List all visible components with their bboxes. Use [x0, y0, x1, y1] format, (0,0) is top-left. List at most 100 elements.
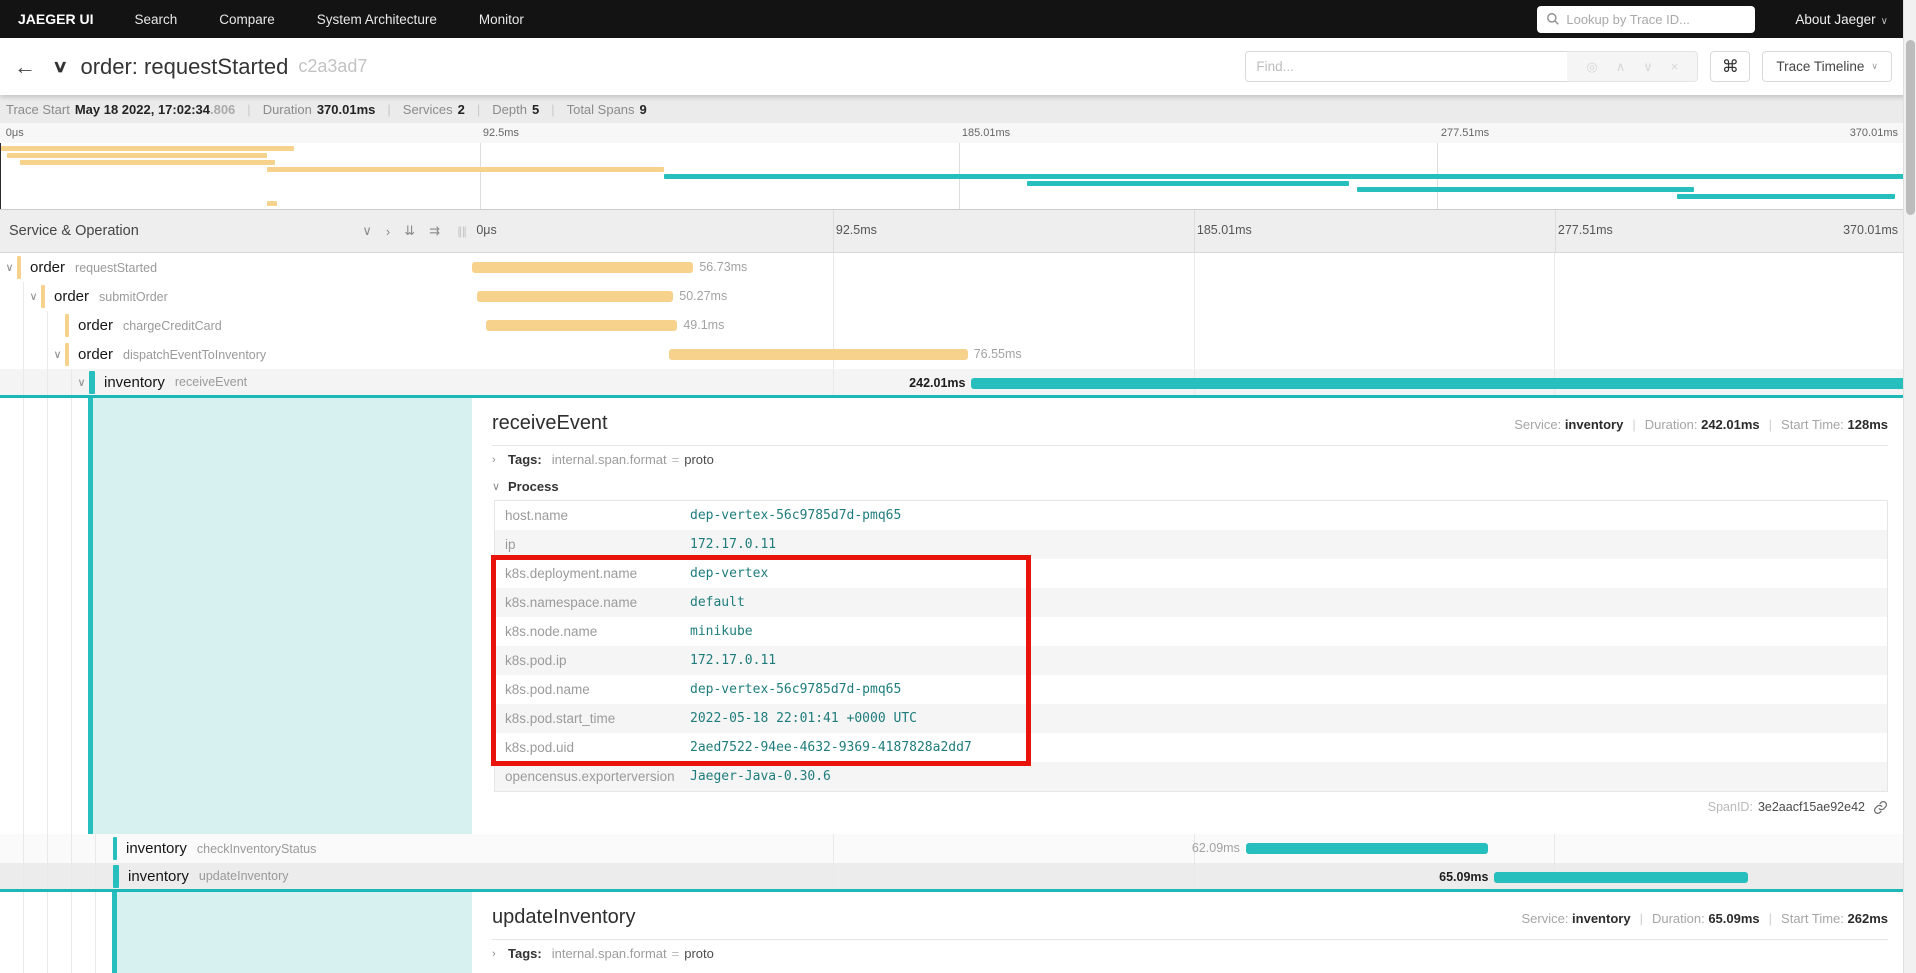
- chevron-down-icon[interactable]: ∨: [50, 348, 65, 361]
- collapse-one-icon[interactable]: ∨: [362, 223, 372, 239]
- span-name-cell[interactable]: inventorycheckInventoryStatus: [0, 834, 472, 863]
- vertical-scrollbar[interactable]: [1903, 0, 1916, 973]
- minimap-canvas[interactable]: [0, 143, 1916, 209]
- tags-accordion[interactable]: ›Tags:internal.span.format=proto: [492, 446, 1888, 473]
- span-duration-bar[interactable]: [1246, 843, 1488, 854]
- summary-total-spans: Total Spans9: [567, 102, 647, 117]
- span-row-chargeCreditCard[interactable]: orderchargeCreditCard49.1ms: [0, 311, 1916, 340]
- clear-find-icon[interactable]: ×: [1671, 59, 1679, 74]
- process-label: Process: [508, 479, 559, 494]
- span-name-cell[interactable]: ∨orderdispatchEventToInventory: [0, 340, 472, 369]
- process-kv-row: k8s.pod.uid2aed7522-94ee-4632-9369-41878…: [495, 733, 1887, 762]
- duration-label: Duration:: [1652, 911, 1708, 926]
- header-gridline: [1194, 210, 1195, 252]
- span-name-cell[interactable]: ∨ordersubmitOrder: [0, 282, 472, 311]
- span-row-submitOrder[interactable]: ∨ordersubmitOrder50.27ms: [0, 282, 1916, 311]
- span-timeline-cell[interactable]: 242.01ms: [472, 369, 1916, 395]
- process-value: dep-vertex-56c9785d7d-pmq65: [690, 682, 901, 697]
- process-value: minikube: [690, 624, 753, 639]
- span-duration-label: 65.09ms: [1439, 870, 1488, 884]
- span-detail-card: receiveEventService: inventory|Duration:…: [478, 402, 1902, 826]
- nav-item-monitor[interactable]: Monitor: [479, 12, 524, 27]
- process-accordion[interactable]: ∨Process: [492, 473, 1888, 500]
- about-jaeger-menu[interactable]: About Jaeger∨: [1795, 12, 1888, 27]
- process-key: k8s.deployment.name: [495, 566, 690, 581]
- tag-key: internal.span.format: [552, 452, 667, 467]
- summary-duration: Duration370.01ms: [263, 102, 376, 117]
- span-name-cell[interactable]: ∨inventoryreceiveEvent: [0, 369, 472, 395]
- summary-services: Services2: [403, 102, 465, 117]
- summary-label: Duration: [263, 102, 312, 117]
- trace-lookup[interactable]: [1537, 6, 1755, 33]
- span-timeline-cell[interactable]: 49.1ms: [472, 311, 1916, 340]
- chevron-down-icon[interactable]: ∨: [26, 290, 41, 303]
- span-row-updateInventory[interactable]: inventoryupdateInventory 65.09ms: [0, 863, 1916, 892]
- column-resizer-handle[interactable]: ∥∥: [457, 225, 466, 238]
- span-timeline-cell[interactable]: 62.09ms: [472, 834, 1916, 863]
- chevron-down-icon[interactable]: ∨: [2, 261, 17, 274]
- expand-one-icon[interactable]: ›: [386, 224, 390, 239]
- span-row-dispatchEventToInventory[interactable]: ∨orderdispatchEventToInventory76.55ms: [0, 340, 1916, 369]
- prev-match-icon[interactable]: ∧: [1616, 59, 1626, 75]
- tags-accordion[interactable]: ›Tags:internal.span.format=proto: [492, 940, 1888, 967]
- nav-item-search[interactable]: Search: [134, 12, 177, 27]
- minimap-span-bar: [664, 174, 1916, 179]
- service-label: Service:: [1514, 417, 1565, 432]
- duration-value: 242.01ms: [1701, 417, 1760, 432]
- trace-collapse-toggle[interactable]: ∨: [52, 57, 68, 77]
- span-duration-bar[interactable]: [669, 349, 968, 360]
- span-timeline-cell[interactable]: 76.55ms: [472, 340, 1916, 369]
- back-button[interactable]: ←: [14, 54, 36, 80]
- keyboard-shortcuts-button[interactable]: ⌘: [1710, 51, 1750, 82]
- span-color-stripe: [17, 256, 21, 279]
- focus-match-icon[interactable]: ◎: [1586, 59, 1597, 75]
- span-duration-bar[interactable]: [472, 262, 693, 273]
- trace-view-selector[interactable]: Trace Timeline ∨: [1762, 51, 1892, 82]
- span-duration-bar[interactable]: [1494, 872, 1748, 883]
- minimap-gridline: [480, 143, 481, 209]
- span-timeline-cell[interactable]: 65.09ms: [472, 863, 1916, 889]
- trace-lookup-input[interactable]: [1566, 12, 1746, 27]
- span-detail-highlight: [93, 398, 472, 834]
- minimap-span-bar: [1677, 194, 1895, 199]
- deep-link-icon[interactable]: [1873, 800, 1888, 815]
- span-name-cell[interactable]: ∨orderrequestStarted: [0, 253, 472, 282]
- span-row-checkInventoryStatus[interactable]: inventorycheckInventoryStatus62.09ms: [0, 834, 1916, 863]
- process-value: 172.17.0.11: [690, 537, 776, 552]
- span-duration-bar[interactable]: [477, 291, 673, 302]
- process-key: host.name: [495, 508, 690, 523]
- span-duration-bar[interactable]: [486, 320, 678, 331]
- span-duration-bar[interactable]: [971, 378, 1916, 389]
- span-detail-header[interactable]: updateInventoryService: inventory|Durati…: [492, 906, 1888, 929]
- process-key: k8s.pod.uid: [495, 740, 690, 755]
- trace-minimap[interactable]: 0μs92.5ms185.01ms277.51ms370.01ms: [0, 123, 1916, 210]
- indent-guides: [0, 311, 48, 340]
- chevron-down-icon: ∨: [492, 480, 508, 493]
- span-operation-name: requestStarted: [75, 261, 157, 275]
- app-logo[interactable]: JAEGER UI: [0, 11, 113, 27]
- span-detail-header[interactable]: receiveEventService: inventory|Duration:…: [492, 412, 1888, 435]
- start-time-label: Start Time:: [1781, 911, 1847, 926]
- next-match-icon[interactable]: ∨: [1643, 59, 1653, 75]
- nav-item-system-architecture[interactable]: System Architecture: [317, 12, 437, 27]
- process-kv-row: k8s.pod.start_time2022-05-18 22:01:41 +0…: [495, 704, 1887, 733]
- span-timeline-cell[interactable]: 50.27ms: [472, 282, 1916, 311]
- span-row-requestStarted[interactable]: ∨orderrequestStarted 56.73ms: [0, 253, 1916, 282]
- expand-all-icon[interactable]: ⇉: [429, 223, 440, 239]
- nav-item-compare[interactable]: Compare: [219, 12, 275, 27]
- process-value: default: [690, 595, 745, 610]
- scrollbar-thumb[interactable]: [1906, 40, 1915, 215]
- chevron-down-icon[interactable]: ∨: [74, 376, 89, 389]
- span-duration-label: 56.73ms: [699, 260, 747, 274]
- span-timeline-cell[interactable]: 56.73ms: [472, 253, 1916, 282]
- process-key: k8s.pod.start_time: [495, 711, 690, 726]
- service-value: inventory: [1565, 417, 1624, 432]
- find-input[interactable]: [1245, 51, 1567, 82]
- collapse-all-icon[interactable]: ⇊: [404, 223, 415, 239]
- span-name-cell[interactable]: orderchargeCreditCard: [0, 311, 472, 340]
- span-name-cell[interactable]: inventoryupdateInventory: [0, 863, 472, 889]
- trace-id: c2a3ad7: [298, 56, 367, 77]
- span-operation-name: updateInventory: [199, 869, 289, 883]
- span-detail-indent: [0, 892, 472, 973]
- span-row-receiveEvent[interactable]: ∨inventoryreceiveEvent242.01ms: [0, 369, 1916, 398]
